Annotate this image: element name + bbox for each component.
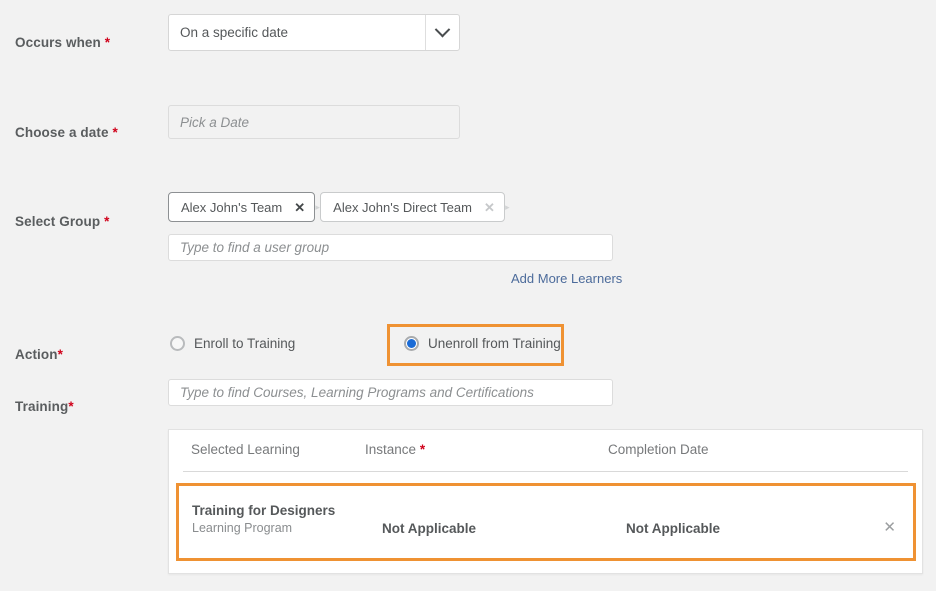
- group-chip[interactable]: Alex John's Direct Team ✕: [320, 192, 505, 222]
- action-label: Action*: [15, 347, 63, 362]
- occurs-when-label-text: Occurs when: [15, 35, 101, 50]
- training-search-placeholder: Type to find Courses, Learning Programs …: [180, 385, 534, 400]
- training-label: Training*: [15, 399, 74, 414]
- group-chip-label: Alex John's Team: [181, 199, 283, 215]
- column-header-instance-text: Instance: [365, 442, 417, 457]
- close-icon[interactable]: ✕: [294, 201, 305, 214]
- instance-required-asterisk: *: [419, 442, 426, 457]
- action-label-text: Action: [15, 347, 58, 362]
- radio-unenroll-label: Unenroll from Training: [428, 336, 561, 351]
- close-icon[interactable]: ✕: [484, 201, 495, 214]
- column-header-instance: Instance *: [365, 442, 425, 457]
- radio-enroll-label: Enroll to Training: [194, 336, 296, 351]
- row-completion-date-value: Not Applicable: [626, 521, 721, 536]
- row-learning-type: Learning Program: [192, 521, 293, 535]
- date-picker-placeholder: Pick a Date: [180, 114, 250, 130]
- action-required-asterisk: *: [57, 347, 63, 362]
- select-group-label: Select Group *: [15, 214, 109, 229]
- chip-divider: ▸: [505, 201, 510, 212]
- occurs-when-label: Occurs when *: [15, 35, 110, 50]
- select-group-required-asterisk: *: [104, 214, 110, 229]
- occurs-when-required-asterisk: *: [104, 35, 111, 50]
- occurs-when-selected-value: On a specific date: [180, 25, 289, 40]
- training-required-asterisk: *: [68, 399, 74, 414]
- column-header-completion-date: Completion Date: [608, 442, 709, 457]
- add-more-learners-link[interactable]: Add More Learners: [511, 271, 622, 286]
- training-search-input[interactable]: Type to find Courses, Learning Programs …: [168, 379, 613, 406]
- group-search-input[interactable]: Type to find a user group: [168, 234, 613, 261]
- scheduled-action-form: Occurs when * On a specific date Choose …: [0, 0, 936, 591]
- table-row[interactable]: Training for Designers Learning Program …: [176, 483, 916, 561]
- group-chip-label: Alex John's Direct Team: [333, 199, 472, 215]
- selected-group-chips: Alex John's Team ✕ ▸ Alex John's Direct …: [168, 192, 510, 222]
- radio-circle-selected-icon: [404, 336, 419, 351]
- select-group-label-text: Select Group: [15, 214, 101, 229]
- table-header-row: Selected Learning Instance * Completion …: [183, 430, 908, 472]
- radio-circle-icon: [170, 336, 185, 351]
- column-header-selected-learning: Selected Learning: [191, 442, 300, 457]
- radio-unenroll-from-training[interactable]: Unenroll from Training: [404, 336, 561, 351]
- row-learning-title: Training for Designers: [192, 503, 336, 518]
- choose-a-date-label-text: Choose a date: [15, 125, 109, 140]
- date-picker-input[interactable]: Pick a Date: [168, 105, 460, 139]
- training-label-text: Training: [15, 399, 69, 414]
- choose-a-date-required-asterisk: *: [112, 125, 118, 140]
- radio-enroll-to-training[interactable]: Enroll to Training: [170, 336, 295, 351]
- chevron-down-icon[interactable]: [425, 15, 459, 50]
- selected-learning-table: Selected Learning Instance * Completion …: [168, 429, 923, 574]
- row-instance-value: Not Applicable: [382, 521, 477, 536]
- occurs-when-select[interactable]: On a specific date: [168, 14, 460, 51]
- group-chip[interactable]: Alex John's Team ✕: [168, 192, 316, 222]
- group-search-placeholder: Type to find a user group: [180, 240, 330, 255]
- close-icon[interactable]: ✕: [883, 518, 896, 536]
- choose-a-date-label: Choose a date *: [15, 125, 118, 140]
